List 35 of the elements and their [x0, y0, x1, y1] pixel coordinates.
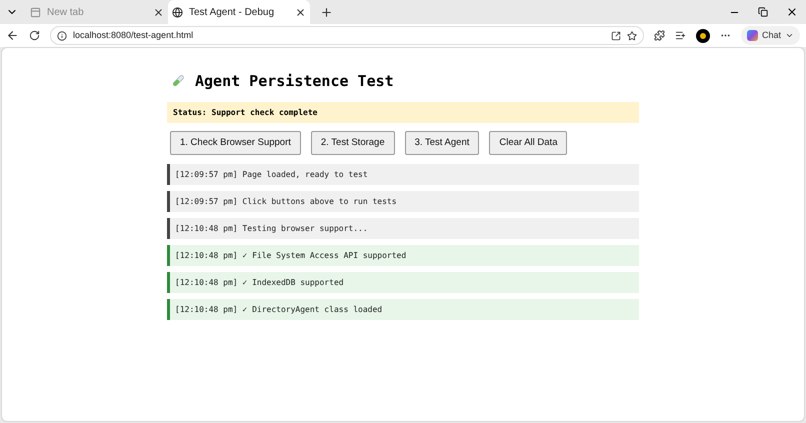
new-tab-icon[interactable] — [320, 6, 333, 18]
page-title: Agent Persistence Test — [195, 70, 394, 92]
restore-icon[interactable] — [758, 7, 768, 17]
extensions-icon[interactable] — [654, 30, 665, 41]
star-icon[interactable] — [626, 30, 637, 40]
share-icon[interactable] — [610, 30, 621, 40]
url-text: localhost:8080/test-agent.html — [73, 28, 194, 42]
status-banner: Status: Support check complete — [167, 102, 639, 123]
action-button[interactable]: 1. Check Browser Support — [170, 131, 301, 155]
action-button[interactable]: Clear All Data — [489, 131, 568, 155]
back-icon[interactable] — [6, 29, 19, 42]
log-entry: [12:09:57 pm] Page loaded, ready to test — [167, 164, 639, 185]
log-entry: [12:10:48 pm] ✓ DirectoryAgent class loaded — [167, 299, 639, 320]
chat-button[interactable]: Chat — [740, 26, 800, 45]
close-icon[interactable] — [153, 6, 164, 18]
profile-avatar[interactable] — [696, 28, 710, 42]
log-entry: [12:10:48 pm] ✓ File System Access API supported — [167, 245, 639, 266]
reload-icon[interactable] — [29, 30, 40, 41]
log-entry: [12:10:48 pm] ✓ IndexedDB supported — [167, 272, 639, 293]
info-icon[interactable] — [57, 30, 67, 40]
close-icon[interactable] — [295, 6, 306, 18]
chevron-down-icon — [785, 31, 794, 40]
tab-title: Test Agent - Debug — [189, 6, 276, 20]
browser-tab[interactable]: Test Agent - Debug — [168, 0, 310, 24]
page-icon — [30, 6, 41, 18]
log-entry: [12:09:57 pm] Click buttons above to run tests — [167, 191, 639, 212]
globe-icon — [172, 6, 183, 18]
action-button[interactable]: 2. Test Storage — [310, 131, 395, 155]
tab-title: New tab — [47, 6, 85, 20]
address-bar[interactable]: localhost:8080/test-agent.html — [50, 26, 644, 45]
close-icon[interactable] — [786, 6, 798, 18]
favorites-icon[interactable] — [674, 30, 686, 41]
chat-logo-icon — [746, 30, 758, 41]
log-entry: [12:10:48 pm] Testing browser support... — [167, 218, 639, 239]
action-button[interactable]: 3. Test Agent — [404, 131, 480, 155]
